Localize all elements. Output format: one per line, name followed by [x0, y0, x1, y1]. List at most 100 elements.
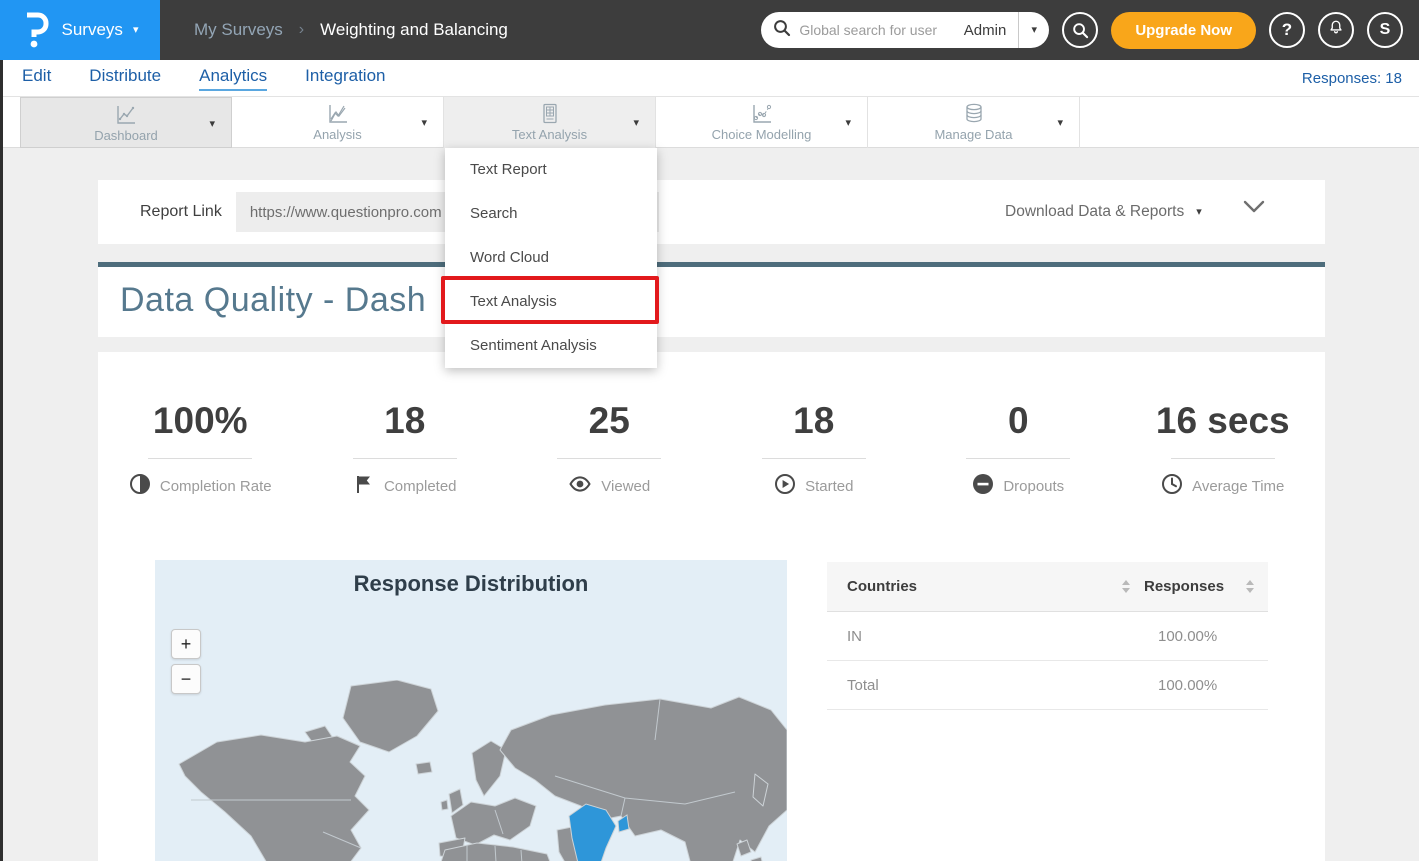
tab-choice-modelling[interactable]: Choice Modelling ▾: [656, 97, 868, 148]
stat-label: Viewed: [601, 478, 650, 495]
play-icon: [774, 473, 796, 500]
analytics-toolbar: Dashboard ▾ Analysis ▾ Text Analysis ▾ C…: [0, 97, 1419, 148]
responses-count: Responses: 18: [1302, 70, 1402, 87]
menu-item-text-report[interactable]: Text Report: [445, 148, 657, 192]
tab-analysis[interactable]: Analysis ▾: [232, 97, 444, 148]
tab-label: Dashboard: [94, 128, 158, 143]
search-icon: [773, 19, 791, 42]
help-button[interactable]: ?: [1269, 12, 1305, 48]
divider: [148, 458, 252, 459]
stat-label: Started: [805, 478, 853, 495]
download-label: Download Data & Reports: [1005, 203, 1184, 221]
tab-dashboard[interactable]: Dashboard ▾: [20, 97, 232, 148]
nav-item-distribute[interactable]: Distribute: [89, 66, 161, 91]
stat-viewed: 25 Viewed: [507, 400, 712, 500]
stat-label: Completed: [384, 478, 457, 495]
menu-item-text-analysis[interactable]: Text Analysis: [445, 280, 657, 324]
clock-icon: [1161, 473, 1183, 500]
avatar-initial: S: [1380, 21, 1391, 39]
stat-value: 18: [384, 400, 425, 442]
responses-cell: 100.00%: [1158, 677, 1254, 694]
tab-text-analysis[interactable]: Text Analysis ▾: [444, 97, 656, 148]
download-data-reports-dropdown[interactable]: Download Data & Reports ▾: [1005, 180, 1202, 244]
caret-down-icon: ▾: [1196, 207, 1202, 218]
tab-label: Choice Modelling: [712, 127, 812, 142]
caret-down-icon: ▾: [1057, 118, 1063, 129]
divider: [353, 458, 457, 459]
caret-down-icon: ▾: [633, 118, 639, 129]
global-search-input[interactable]: [799, 22, 963, 38]
collapse-section-button[interactable]: [1243, 200, 1265, 219]
stat-value: 18: [793, 400, 834, 442]
search-button[interactable]: [1062, 12, 1098, 48]
response-distribution-map[interactable]: Response Distribution + −: [155, 560, 787, 861]
line-chart-icon: [114, 103, 138, 127]
caret-down-icon: ▾: [845, 118, 851, 129]
minus-circle-icon: [972, 473, 994, 500]
report-link-bar: Report Link Download Data & Reports ▾: [98, 180, 1325, 244]
nav-item-analytics[interactable]: Analytics: [199, 66, 267, 91]
stats-row: 100% Completion Rate 18 Completed 25 Vie…: [98, 352, 1325, 500]
stat-value: 25: [589, 400, 630, 442]
tab-label: Text Analysis: [512, 127, 587, 142]
notifications-button[interactable]: [1318, 12, 1354, 48]
search-scope-dropdown[interactable]: ▾: [1019, 25, 1049, 36]
divider: [1171, 458, 1275, 459]
window-edge: [0, 60, 3, 861]
search-scope-label: Admin: [964, 22, 1019, 39]
stat-value: 100%: [153, 400, 248, 442]
nav-item-edit[interactable]: Edit: [22, 66, 51, 91]
breadcrumb-survey-name: Weighting and Balancing: [320, 20, 508, 40]
survey-nav-links: Edit Distribute Analytics Integration: [22, 66, 385, 91]
table-row: IN 100.00%: [827, 612, 1268, 661]
tab-label: Analysis: [313, 127, 361, 142]
global-search: Admin ▾: [761, 12, 1049, 48]
sort-icon[interactable]: [1246, 580, 1254, 593]
page-title: Data Quality - Dash: [120, 281, 426, 320]
stat-value: 16 secs: [1156, 400, 1290, 442]
menu-item-search[interactable]: Search: [445, 192, 657, 236]
divider: [762, 458, 866, 459]
menu-item-sentiment-analysis[interactable]: Sentiment Analysis: [445, 324, 657, 368]
countries-table-header: Countries Responses: [827, 562, 1268, 612]
tab-label: Manage Data: [934, 127, 1012, 142]
upgrade-now-button[interactable]: Upgrade Now: [1111, 12, 1256, 49]
chevron-right-icon: ›: [299, 21, 304, 39]
stat-label: Completion Rate: [160, 478, 272, 495]
nav-item-integration[interactable]: Integration: [305, 66, 385, 91]
stat-completion-rate: 100% Completion Rate: [98, 400, 303, 500]
top-bar: Surveys ▾ My Surveys › Weighting and Bal…: [0, 0, 1419, 60]
scatter-chart-icon: [750, 102, 774, 126]
divider: [557, 458, 661, 459]
menu-item-word-cloud[interactable]: Word Cloud: [445, 236, 657, 280]
column-header-countries[interactable]: Countries: [847, 578, 1116, 595]
column-header-responses[interactable]: Responses: [1144, 578, 1240, 595]
flag-icon: [353, 473, 375, 500]
half-circle-icon: [129, 473, 151, 500]
zoom-in-button[interactable]: +: [171, 629, 201, 659]
stat-label: Average Time: [1192, 478, 1284, 495]
tab-manage-data[interactable]: Manage Data ▾: [868, 97, 1080, 148]
question-mark-icon: ?: [1282, 20, 1292, 40]
dashboard-title-card: Data Quality - Dash: [98, 262, 1325, 337]
questionpro-logo: [22, 7, 52, 54]
caret-down-icon: ▾: [209, 119, 215, 130]
breadcrumb-my-surveys[interactable]: My Surveys: [194, 20, 283, 40]
stat-value: 0: [1008, 400, 1029, 442]
stat-dropouts: 0 Dropouts: [916, 400, 1121, 500]
eye-icon: [568, 473, 592, 500]
product-label: Surveys: [62, 20, 123, 40]
stat-label: Dropouts: [1003, 478, 1064, 495]
breadcrumb: My Surveys › Weighting and Balancing: [194, 20, 508, 40]
responses-cell: 100.00%: [1158, 628, 1254, 645]
world-map[interactable]: [155, 680, 787, 861]
map-title: Response Distribution: [155, 571, 787, 597]
stat-average-time: 16 secs Average Time: [1121, 400, 1326, 500]
caret-down-icon: ▾: [133, 25, 139, 36]
table-row: Total 100.00%: [827, 661, 1268, 710]
account-avatar[interactable]: S: [1367, 12, 1403, 48]
dashboard-card: 100% Completion Rate 18 Completed 25 Vie…: [98, 352, 1325, 861]
text-report-icon: [538, 102, 562, 126]
surveys-product-menu[interactable]: Surveys ▾: [0, 0, 160, 60]
sort-icon[interactable]: [1122, 580, 1130, 593]
